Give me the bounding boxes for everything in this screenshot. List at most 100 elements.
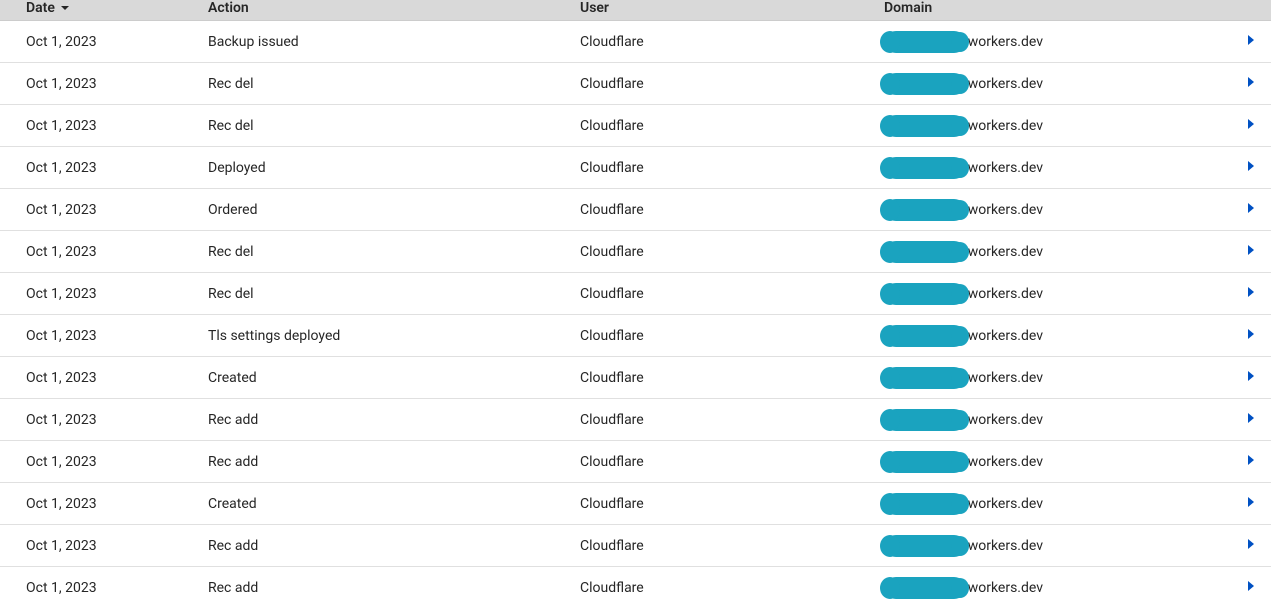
audit-log-table: Date Action User Domain Oct 1, 2023Backu… — [0, 0, 1271, 606]
domain-suffix: .workers.dev — [964, 412, 1043, 428]
expand-row-button[interactable] — [1239, 118, 1263, 130]
cell-action: Rec add — [200, 441, 572, 483]
column-header-user-label: User — [580, 0, 609, 16]
table-row: Oct 1, 2023Rec addCloudflare.workers.dev — [0, 441, 1271, 483]
cell-action: Rec del — [200, 63, 572, 105]
column-header-domain[interactable]: Domain — [876, 0, 1231, 21]
cell-action: Backup issued — [200, 21, 572, 63]
cell-domain: .workers.dev — [876, 315, 1231, 357]
table-row: Oct 1, 2023DeployedCloudflare.workers.de… — [0, 147, 1271, 189]
expand-row-button[interactable] — [1239, 202, 1263, 214]
cell-user: Cloudflare — [572, 273, 876, 315]
cell-date: Oct 1, 2023 — [0, 483, 200, 525]
table-row: Oct 1, 2023CreatedCloudflare .workers.dev — [0, 357, 1271, 399]
cell-user: Cloudflare — [572, 357, 876, 399]
cell-expand — [1231, 147, 1271, 189]
domain-suffix: .workers.dev — [964, 244, 1043, 260]
cell-user: Cloudflare — [572, 63, 876, 105]
sort-desc-icon — [60, 0, 70, 16]
column-header-date[interactable]: Date — [0, 0, 200, 21]
redacted-subdomain — [884, 115, 966, 137]
redacted-subdomain — [884, 535, 966, 557]
domain-suffix: .workers.dev — [964, 118, 1043, 134]
table-row: Oct 1, 2023Rec delCloudflare.workers.dev — [0, 273, 1271, 315]
cell-domain: .workers.dev — [876, 231, 1231, 273]
cell-domain: .workers.dev — [876, 63, 1231, 105]
cell-user: Cloudflare — [572, 399, 876, 441]
cell-action: Rec del — [200, 105, 572, 147]
redacted-subdomain — [884, 367, 966, 389]
cell-domain: .workers.dev — [876, 441, 1231, 483]
redacted-subdomain — [884, 451, 966, 473]
expand-row-button[interactable] — [1239, 412, 1263, 424]
cell-user: Cloudflare — [572, 147, 876, 189]
cell-action: Created — [200, 483, 572, 525]
cell-domain: .workers.dev — [876, 525, 1231, 567]
cell-date: Oct 1, 2023 — [0, 21, 200, 63]
cell-action: Tls settings deployed — [200, 315, 572, 357]
cell-date: Oct 1, 2023 — [0, 189, 200, 231]
expand-row-button[interactable] — [1239, 286, 1263, 298]
domain-suffix: .workers.dev — [964, 370, 1043, 386]
cell-expand — [1231, 273, 1271, 315]
domain-suffix: .workers.dev — [964, 76, 1043, 92]
expand-row-button[interactable] — [1239, 244, 1263, 256]
redacted-subdomain — [884, 31, 966, 53]
expand-row-button[interactable] — [1239, 580, 1263, 592]
cell-date: Oct 1, 2023 — [0, 399, 200, 441]
cell-expand — [1231, 525, 1271, 567]
chevron-right-icon — [1246, 538, 1256, 550]
cell-action: Created — [200, 357, 572, 399]
cell-domain: .workers.dev — [876, 147, 1231, 189]
cell-user: Cloudflare — [572, 567, 876, 606]
domain-suffix: .workers.dev — [964, 580, 1043, 596]
cell-user: Cloudflare — [572, 189, 876, 231]
chevron-right-icon — [1246, 76, 1256, 88]
chevron-right-icon — [1246, 244, 1256, 256]
table-row: Oct 1, 2023Rec addCloudflare.workers.dev — [0, 525, 1271, 567]
domain-suffix: .workers.dev — [964, 160, 1043, 176]
cell-date: Oct 1, 2023 — [0, 105, 200, 147]
domain-suffix: .workers.dev — [964, 202, 1043, 218]
cell-action: Ordered — [200, 189, 572, 231]
cell-date: Oct 1, 2023 — [0, 357, 200, 399]
expand-row-button[interactable] — [1239, 454, 1263, 466]
expand-row-button[interactable] — [1239, 76, 1263, 88]
cell-expand — [1231, 315, 1271, 357]
redacted-subdomain — [884, 199, 966, 221]
column-header-action[interactable]: Action — [200, 0, 572, 21]
domain-suffix: .workers.dev — [964, 34, 1043, 50]
expand-row-button[interactable] — [1239, 328, 1263, 340]
cell-action: Rec add — [200, 399, 572, 441]
redacted-subdomain — [884, 157, 966, 179]
expand-row-button[interactable] — [1239, 496, 1263, 508]
table-row: Oct 1, 2023Tls settings deployedCloudfla… — [0, 315, 1271, 357]
cell-expand — [1231, 483, 1271, 525]
column-header-expand — [1231, 0, 1271, 21]
column-header-user[interactable]: User — [572, 0, 876, 21]
cell-expand — [1231, 399, 1271, 441]
cell-expand — [1231, 441, 1271, 483]
domain-suffix: .workers.dev — [964, 328, 1043, 344]
expand-row-button[interactable] — [1239, 538, 1263, 550]
chevron-right-icon — [1246, 412, 1256, 424]
cell-action: Rec del — [200, 231, 572, 273]
cell-action: Rec del — [200, 273, 572, 315]
expand-row-button[interactable] — [1239, 160, 1263, 172]
cell-domain: .workers.dev — [876, 21, 1231, 63]
cell-domain: .workers.dev — [876, 357, 1231, 399]
cell-domain: .workers.dev — [876, 105, 1231, 147]
cell-domain: .workers.dev — [876, 273, 1231, 315]
table-row: Oct 1, 2023Rec addCloudflare .workers.dev — [0, 399, 1271, 441]
chevron-right-icon — [1246, 34, 1256, 46]
column-header-action-label: Action — [208, 0, 249, 16]
expand-row-button[interactable] — [1239, 34, 1263, 46]
cell-date: Oct 1, 2023 — [0, 567, 200, 606]
redacted-subdomain — [884, 493, 966, 515]
column-header-date-label: Date — [26, 0, 55, 16]
table-header-row: Date Action User Domain — [0, 0, 1271, 21]
redacted-subdomain — [884, 283, 966, 305]
cell-expand — [1231, 567, 1271, 606]
expand-row-button[interactable] — [1239, 370, 1263, 382]
cell-user: Cloudflare — [572, 525, 876, 567]
